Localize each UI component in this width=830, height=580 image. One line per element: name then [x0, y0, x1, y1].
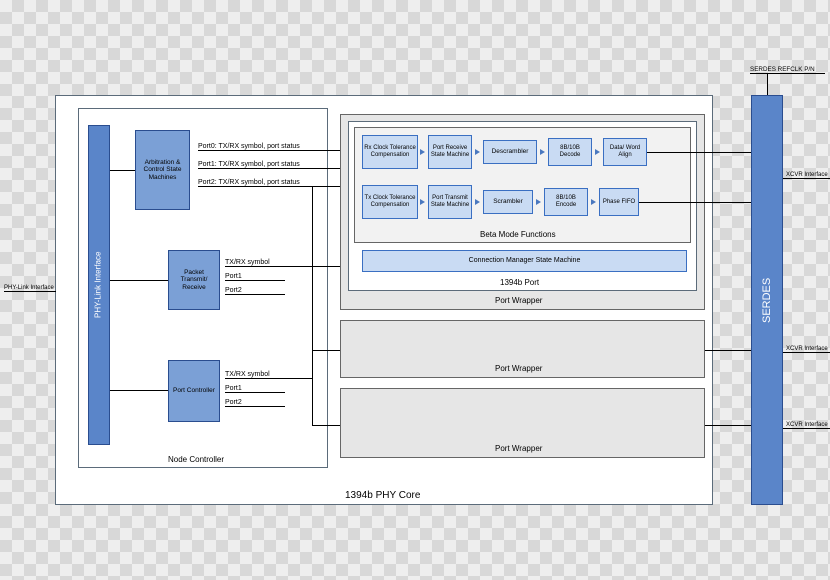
tx-state-machine: Port Transmit State Machine: [428, 185, 472, 219]
ptr-row2: Port2: [225, 284, 285, 295]
port-1394b-label: 1394b Port: [500, 278, 539, 287]
phase-fifo: Phase FIFO: [599, 188, 639, 216]
port-wrapper-3-label: Port Wrapper: [495, 444, 542, 453]
serdes-refclk-label: SERDES REFCLK P/N: [750, 63, 825, 74]
descrambler: Descrambler: [483, 140, 537, 164]
8b10b-encode: 8B/10B Encode: [544, 188, 588, 216]
port-wrapper-1-label: Port Wrapper: [495, 296, 542, 305]
portctl-row2: Port2: [225, 396, 285, 407]
arb-port2: Port2: TX/RX symbol, port status: [198, 176, 318, 187]
packet-tx-rx-block: Packet Transmit/ Receive: [168, 250, 220, 310]
rx-state-machine: Port Receive State Machine: [428, 135, 472, 169]
port-controller-block: Port Controller: [168, 360, 220, 422]
rx-clock-comp: Rx Clock Tolerance Compensation: [362, 135, 418, 169]
ptr-row1: Port1: [225, 270, 285, 281]
arbitration-block: Arbitration & Control State Machines: [135, 130, 190, 210]
phy-link-interface-block: PHY-Link Interface: [88, 125, 110, 445]
phy-core-title: 1394b PHY Core: [345, 490, 420, 501]
serdes-block: SERDES: [751, 95, 783, 505]
arb-port0: Port0: TX/RX symbol, port status: [198, 140, 318, 151]
port-wrapper-2-label: Port Wrapper: [495, 364, 542, 373]
scrambler: Scrambler: [483, 190, 533, 214]
portctl-row1: Port1: [225, 382, 285, 393]
ptr-row0: TX/RX symbol: [225, 256, 285, 267]
arb-port1: Port1: TX/RX symbol, port status: [198, 158, 318, 169]
tx-clock-comp: Tx Clock Tolerance Compensation: [362, 185, 418, 219]
portctl-row0: TX/RX symbol: [225, 368, 285, 379]
8b10b-decode: 8B/10B Decode: [548, 138, 592, 166]
beta-mode-title: Beta Mode Functions: [480, 230, 556, 239]
data-word-align: Data/ Word Align: [603, 138, 647, 166]
connection-manager-sm: Connection Manager State Machine: [362, 250, 687, 272]
node-controller-title: Node Controller: [168, 455, 224, 464]
